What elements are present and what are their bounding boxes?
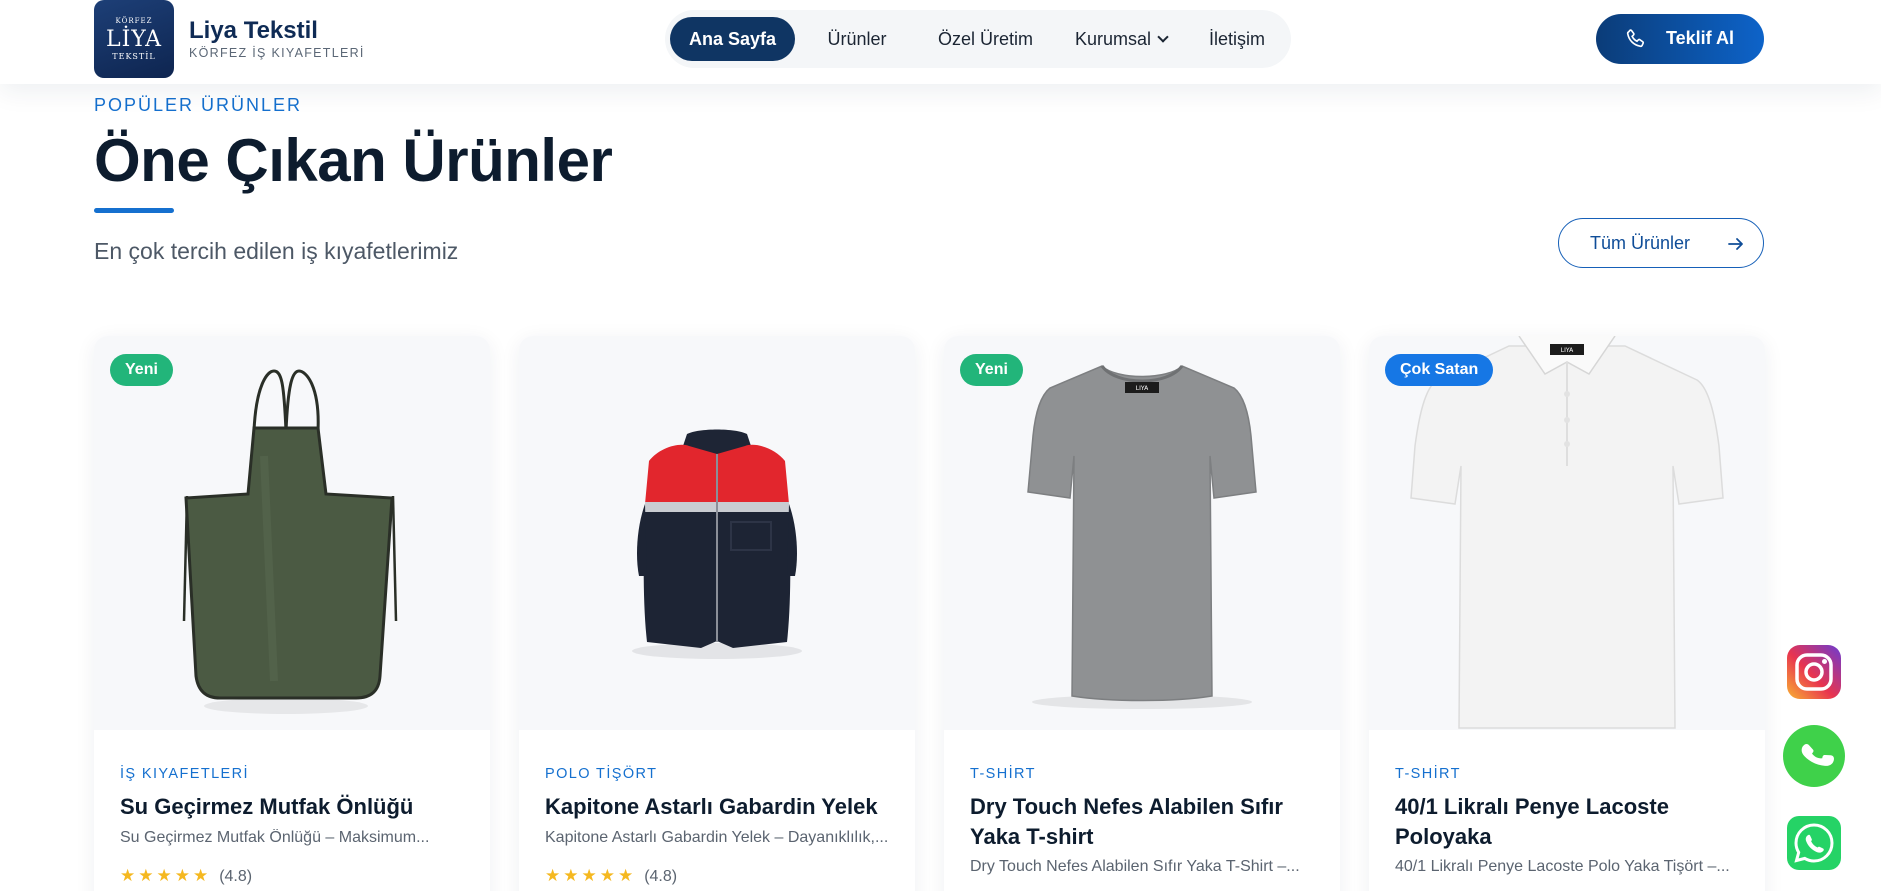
brand-name[interactable]: Liya Tekstil [189, 17, 318, 45]
product-description: Kapitone Astarlı Gabardin Yelek – Dayanı… [545, 829, 889, 846]
logo-text-bottom: TEKSTİL [112, 52, 156, 61]
chevron-down-icon [1157, 31, 1169, 43]
product-card[interactable]: POLO TİŞÖRT Kapitone Astarlı Gabardin Ye… [519, 336, 915, 891]
quote-button[interactable]: Teklif Al [1596, 14, 1764, 64]
badge-new: Yeni [110, 354, 173, 386]
product-card[interactable]: LIYA Çok Satan T-SHİRT 40/1 Likralı Peny… [1369, 336, 1765, 891]
logo-text-main: LİYA [105, 27, 162, 52]
product-category[interactable]: T-SHİRT [970, 766, 1036, 782]
product-category[interactable]: T-SHİRT [1395, 766, 1461, 782]
section-eyebrow: POPÜLER ÜRÜNLER [94, 95, 303, 115]
polo-image: LIYA [1410, 336, 1724, 729]
tshirt-image: LIYA [1027, 365, 1257, 709]
product-title[interactable]: Dry Touch Nefes Alabilen Sıfır Yaka T-sh… [970, 792, 1320, 852]
instagram-icon [1787, 645, 1841, 699]
section-title: Öne Çıkan Ürünler [94, 127, 613, 194]
logo[interactable]: KÖRFEZ LİYA TEKSTİL [94, 0, 174, 78]
product-image[interactable]: Yeni [94, 336, 490, 730]
product-rating: ★★★★★ (4.8) [545, 866, 677, 886]
main-nav: Ana Sayfa Ürünler Özel Üretim Kurumsal İ… [665, 10, 1291, 68]
phone-icon [1626, 29, 1645, 48]
rating-value: (4.8) [644, 868, 678, 885]
product-rating: ★★★★★ (4.8) [120, 866, 252, 886]
product-title[interactable]: 40/1 Likralı Penye Lacoste Poloyaka [1395, 792, 1745, 852]
site-header: KÖRFEZ LİYA TEKSTİL Liya Tekstil KÖRFEZ … [0, 0, 1881, 84]
badge-new: Yeni [960, 354, 1023, 386]
product-title[interactable]: Su Geçirmez Mutfak Önlüğü [120, 792, 470, 822]
apron-image [182, 369, 398, 714]
section-subtitle: En çok tercih edilen iş kıyafetlerimiz [94, 238, 459, 264]
all-products-label: Tüm Ürünler [1590, 233, 1691, 253]
vest-image [632, 429, 802, 659]
nav-home[interactable]: Ana Sayfa [670, 17, 795, 61]
product-image[interactable]: LIYA Çok Satan [1369, 336, 1765, 730]
rating-value: (4.8) [219, 868, 253, 885]
arrow-right-icon [1728, 238, 1743, 250]
nav-custom-production[interactable]: Özel Üretim [918, 17, 1053, 61]
whatsapp-icon [1787, 816, 1841, 870]
product-card[interactable]: LIYA Yeni T-SHİRT Dry Touch Nefes Alabil… [944, 336, 1340, 891]
title-underline [94, 208, 174, 213]
instagram-button[interactable] [1783, 641, 1845, 703]
quote-button-label: Teklif Al [1666, 28, 1735, 48]
product-card[interactable]: Yeni İŞ KIYAFETLERİ Su Geçirmez Mutfak Ö… [94, 336, 490, 891]
phone-icon [1783, 725, 1845, 787]
product-category[interactable]: İŞ KIYAFETLERİ [120, 766, 249, 782]
nav-contact[interactable]: İletişim [1193, 17, 1281, 61]
product-category[interactable]: POLO TİŞÖRT [545, 766, 657, 782]
product-title[interactable]: Kapitone Astarlı Gabardin Yelek [545, 792, 895, 822]
product-description: 40/1 Likralı Penye Lacoste Polo Yaka Tiş… [1395, 858, 1730, 875]
brand-tagline: KÖRFEZ İŞ KIYAFETLERİ [189, 46, 365, 60]
tshirt-label-text: LIYA [1136, 385, 1149, 392]
product-description: Dry Touch Nefes Alabilen Sıfır Yaka T-Sh… [970, 858, 1300, 875]
product-image[interactable] [519, 336, 915, 730]
product-description: Su Geçirmez Mutfak Önlüğü – Maksimum... [120, 829, 430, 846]
nav-corporate[interactable]: Kurumsal [1059, 17, 1183, 61]
all-products-button[interactable]: Tüm Ürünler [1558, 218, 1764, 268]
star-rating-icons: ★★★★★ [545, 866, 637, 885]
badge-bestseller: Çok Satan [1385, 354, 1494, 386]
star-rating-icons: ★★★★★ [120, 866, 212, 885]
nav-corporate-label: Kurumsal [1074, 29, 1152, 49]
logo-text-top: KÖRFEZ [115, 17, 153, 25]
whatsapp-button[interactable] [1783, 812, 1845, 874]
product-image[interactable]: LIYA Yeni [944, 336, 1340, 730]
nav-products[interactable]: Ürünler [809, 17, 905, 61]
call-button[interactable] [1783, 725, 1845, 787]
polo-label-text: LIYA [1561, 347, 1574, 354]
